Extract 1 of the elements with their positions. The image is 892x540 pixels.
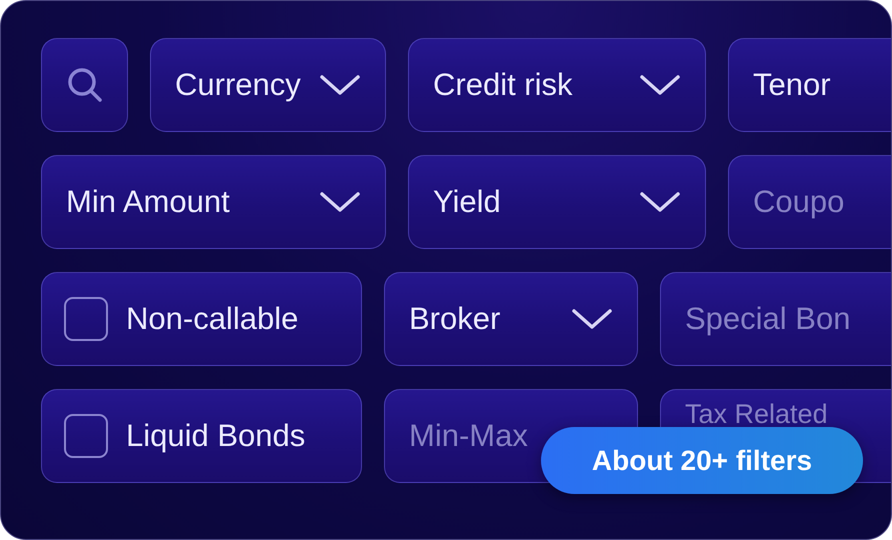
filter-count-tooltip: About 20+ filters xyxy=(541,427,863,494)
